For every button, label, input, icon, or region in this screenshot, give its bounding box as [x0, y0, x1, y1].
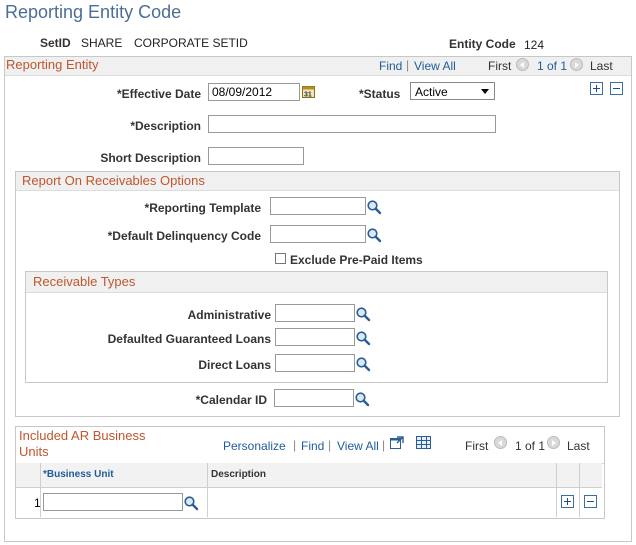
delinquency-code-label: *Default Delinquency Code [107, 229, 261, 243]
chevron-down-icon [481, 89, 489, 94]
effective-date-label: *Effective Date [116, 87, 201, 101]
exclude-prepaid-label: Exclude Pre-Paid Items [290, 253, 423, 267]
business-units-title-line2: Units [19, 444, 49, 459]
grid-view-all-link[interactable]: View All [337, 439, 379, 453]
defaulted-loans-label: Defaulted Guaranteed Loans [107, 332, 271, 346]
personalize-link[interactable]: Personalize [223, 439, 286, 453]
previous-icon[interactable] [516, 58, 529, 71]
grid-next-icon[interactable] [547, 436, 560, 449]
search-icon[interactable] [366, 227, 382, 243]
grid-page-count: 1 of 1 [515, 439, 546, 453]
separator: | [328, 438, 332, 452]
search-icon[interactable] [366, 199, 382, 215]
setid-description: CORPORATE SETID [134, 36, 248, 50]
grid-find-link[interactable]: Find [301, 439, 324, 453]
grid-last-label: Last [567, 439, 590, 453]
status-value: Active [415, 85, 448, 99]
grid-previous-icon[interactable] [494, 436, 507, 449]
next-icon[interactable] [570, 58, 583, 71]
reporting-template-field[interactable] [270, 197, 366, 215]
business-units-title-line1: Included AR Business [19, 428, 146, 443]
column-header-business-unit[interactable]: *Business Unit [43, 469, 114, 480]
reporting-template-label: *Reporting Template [144, 201, 261, 215]
entity-code-label: Entity Code [449, 37, 516, 51]
delete-business-unit-icon[interactable] [584, 495, 597, 508]
last-label: Last [590, 59, 613, 73]
first-label: First [488, 59, 512, 73]
row-number: 1 [34, 496, 41, 510]
business-units-title: Included AR Business Units [19, 428, 145, 460]
grid-first-label: First [465, 439, 489, 453]
grid-divider [207, 463, 208, 517]
status-label: *Status [359, 87, 401, 101]
delete-row-icon[interactable] [610, 82, 623, 95]
new-window-icon[interactable] [390, 436, 404, 450]
calendar-id-field[interactable] [274, 389, 354, 407]
receivable-types-title: Receivable Types [33, 274, 136, 289]
grid-divider [556, 463, 557, 517]
svg-text:31: 31 [304, 92, 312, 99]
separator: | [382, 438, 386, 452]
administrative-field[interactable] [275, 304, 355, 322]
column-header-description: Description [211, 469, 267, 480]
page-title: Reporting Entity Code [5, 2, 182, 22]
status-select[interactable]: Active [410, 82, 495, 100]
page-count: 1 of 1 [537, 59, 568, 73]
delinquency-code-field[interactable] [270, 225, 366, 243]
separator: | [406, 58, 410, 72]
direct-loans-label: Direct Loans [198, 358, 271, 372]
description-field[interactable] [208, 115, 496, 133]
entity-code-value: 124 [524, 38, 545, 52]
exclude-prepaid-checkbox[interactable] [275, 253, 286, 264]
receivables-options-title: Report On Receivables Options [22, 173, 205, 188]
separator: | [293, 438, 297, 452]
grid-divider [579, 463, 580, 517]
description-label: *Description [130, 119, 201, 133]
short-description-field[interactable] [208, 147, 304, 165]
find-link[interactable]: Find [379, 59, 402, 73]
direct-loans-field[interactable] [275, 354, 355, 372]
search-icon[interactable] [355, 330, 371, 346]
download-grid-icon[interactable] [416, 436, 431, 449]
effective-date-field[interactable] [208, 83, 300, 101]
reporting-entity-title: Reporting Entity [6, 57, 99, 72]
view-all-link[interactable]: View All [414, 59, 456, 73]
search-icon[interactable] [355, 356, 371, 372]
search-icon[interactable] [355, 306, 371, 322]
search-icon[interactable] [354, 391, 370, 407]
add-row-icon[interactable] [590, 82, 603, 95]
defaulted-loans-field[interactable] [275, 328, 355, 346]
business-unit-field[interactable] [43, 493, 183, 511]
calendar-icon[interactable]: 31 [302, 85, 315, 98]
administrative-label: Administrative [187, 308, 271, 322]
setid-value: SHARE [81, 36, 123, 50]
short-description-label: Short Description [100, 151, 201, 165]
search-icon[interactable] [183, 495, 199, 511]
calendar-id-label: *Calendar ID [195, 393, 267, 407]
setid-label: SetID [40, 36, 71, 50]
add-business-unit-icon[interactable] [561, 495, 574, 508]
